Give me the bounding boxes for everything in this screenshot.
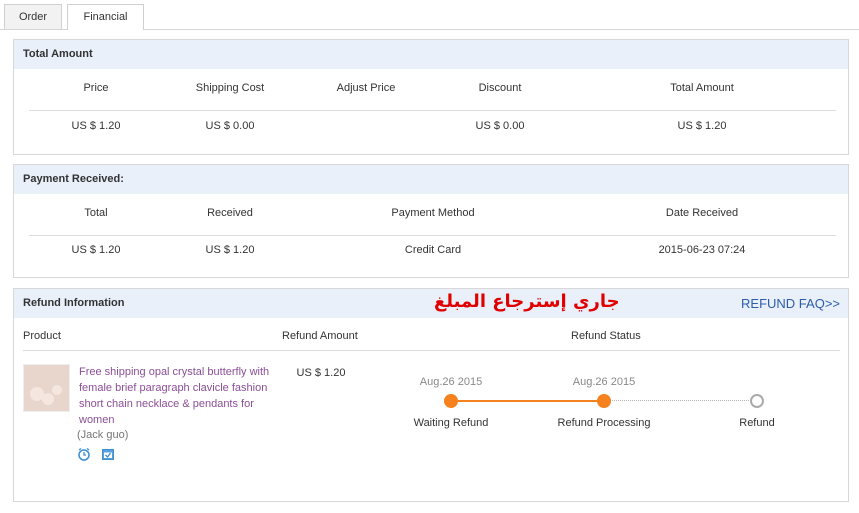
header-adjust-price: Adjust Price (336, 82, 396, 94)
step-3-dot (750, 394, 764, 408)
header-discount: Discount (478, 82, 522, 94)
header-refund-status: Refund Status (571, 330, 641, 342)
value-discount: US $ 0.00 (475, 120, 525, 132)
refund-information-title: Refund Information (23, 297, 125, 309)
step-2-label: Refund Processing (557, 417, 651, 429)
seller-name: (Jack guo) (77, 429, 129, 441)
tab-bar: Order Financial (0, 0, 859, 30)
calendar-icon[interactable] (101, 447, 115, 461)
product-thumbnail[interactable] (23, 364, 70, 412)
value-shipping-cost: US $ 0.00 (205, 120, 255, 132)
value-received: US $ 1.20 (205, 244, 255, 256)
value-price: US $ 1.20 (71, 120, 121, 132)
header-price: Price (83, 82, 109, 94)
total-amount-panel: Total Amount Price Shipping Cost Adjust … (13, 39, 849, 155)
step-1-date: Aug.26 2015 (419, 376, 483, 388)
step-2-dot (597, 394, 611, 408)
value-total: US $ 1.20 (71, 244, 121, 256)
header-date-received: Date Received (665, 207, 739, 219)
product-title-link[interactable]: Free shipping opal crystal butterfly wit… (79, 364, 279, 428)
header-product: Product (23, 330, 61, 342)
tab-financial[interactable]: Financial (67, 4, 144, 30)
row-divider (29, 235, 836, 236)
timeline-progress (451, 400, 604, 402)
value-payment-method: Credit Card (404, 244, 462, 256)
product-icons (77, 447, 122, 461)
tab-order[interactable]: Order (4, 4, 62, 29)
row-divider (29, 110, 836, 111)
payment-received-title: Payment Received: (14, 165, 848, 194)
header-total: Total (84, 207, 108, 219)
header-payment-method: Payment Method (391, 207, 475, 219)
step-2-date: Aug.26 2015 (572, 376, 636, 388)
step-1-dot (444, 394, 458, 408)
step-3-label: Refund (739, 417, 775, 429)
timeline-pending (604, 400, 757, 401)
refund-information-panel: Refund Information جاري إسترجاع المبلغ R… (13, 288, 849, 502)
header-refund-amount: Refund Amount (282, 330, 358, 342)
value-date-received: 2015-06-23 07:24 (658, 244, 746, 256)
alarm-clock-icon[interactable] (77, 447, 91, 461)
total-amount-title: Total Amount (14, 40, 848, 69)
step-1-label: Waiting Refund (413, 417, 489, 429)
refund-faq-link[interactable]: REFUND FAQ>> (741, 289, 840, 318)
header-total-amount: Total Amount (670, 82, 734, 94)
refund-header: Refund Information جاري إسترجاع المبلغ R… (14, 289, 848, 318)
row-divider (23, 350, 840, 351)
refund-annotation: جاري إسترجاع المبلغ (434, 291, 620, 312)
header-shipping-cost: Shipping Cost (195, 82, 265, 94)
header-received: Received (207, 207, 253, 219)
value-total-amount: US $ 1.20 (677, 120, 727, 132)
refund-amount-value: US $ 1.20 (296, 367, 346, 379)
payment-received-panel: Payment Received: Total Received Payment… (13, 164, 849, 278)
